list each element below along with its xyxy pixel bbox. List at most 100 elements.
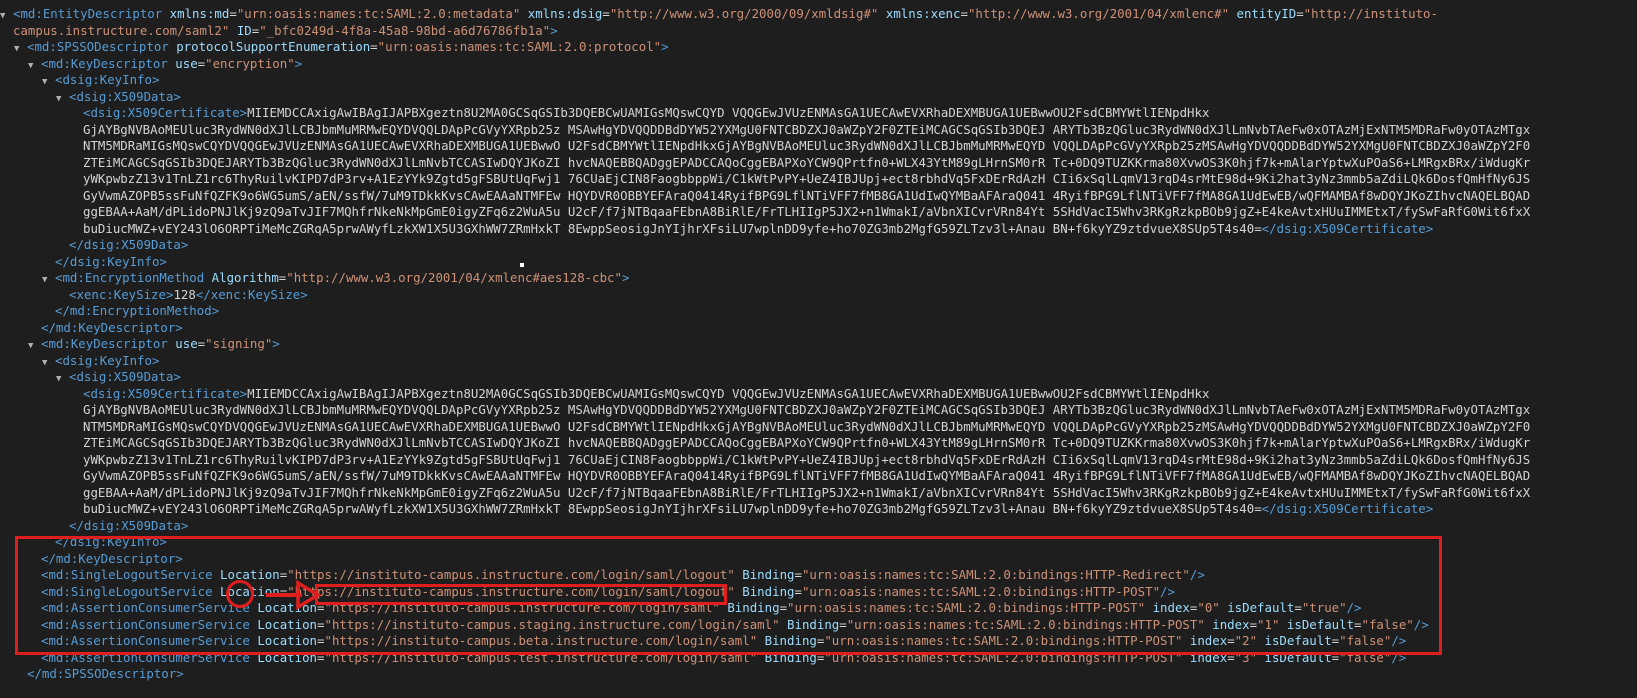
xml-attr-token: use [175, 336, 198, 351]
xml-line: <xenc:KeySize>128</xenc:KeySize> [0, 287, 1637, 304]
xml-val-token: "urn:oasis:names:tc:SAML:2.0:bindings:HT… [801, 583, 1161, 599]
xml-txt-token: = [602, 6, 610, 21]
xml-attr-token: Binding [764, 633, 817, 648]
xml-txt-token: = [317, 616, 325, 632]
xml-tag-token: <dsig:X509Data> [69, 88, 181, 104]
xml-line: GjAYBgNVBAoMEUluc3RydWN0dXJlLCBJbmMuMRMw… [0, 402, 1637, 419]
xml-tag-token: </xenc:KeySize> [195, 286, 308, 302]
xml-tag-token: <md:EntityDescriptor [13, 6, 170, 21]
xml-tag-token: <dsig:KeyInfo> [55, 72, 160, 87]
xml-txt-token: = [229, 6, 237, 21]
xml-line: GjAYBgNVBAoMEUluc3RydWN0dXJlLCBJbmMuMRMw… [0, 122, 1637, 139]
xml-line: </dsig:X509Data> [0, 518, 1637, 535]
xml-val-token: "http://www.w3.org/2001/04/xmlenc#" [967, 6, 1230, 21]
xml-attr-token: xmlns:md [169, 6, 230, 21]
xml-tag-token: <md:EncryptionMethod [55, 270, 212, 285]
xml-tag-token: <md:SPSSODescriptor [27, 39, 177, 54]
xml-attr-token: Location [257, 600, 318, 615]
xml-tag-token: > [294, 55, 303, 71]
xml-cert-token: GyVwmAZOPB5ssFuNfQZFK9o6WG5umS/aEN/ssfW/… [83, 187, 1531, 203]
xml-tag-token: </dsig:X509Certificate> [1261, 220, 1434, 236]
xml-attr-token: Location [257, 633, 318, 648]
xml-txt-token [1229, 6, 1236, 21]
xml-attr-token: isDefault [1264, 633, 1332, 648]
xml-attr-token: Location [220, 583, 280, 599]
xml-tag-token: <md:AssertionConsumerService [41, 633, 258, 648]
xml-val-token: "urn:oasis:names:tc:SAML:2.0:protocol" [377, 39, 662, 54]
xml-txt-token: = [370, 39, 378, 54]
xml-line: </md:KeyDescriptor> [0, 320, 1637, 337]
xml-txt-token [520, 6, 527, 21]
xml-line: ▼ <dsig:KeyInfo> [0, 353, 1637, 370]
xml-cert-token: NTM5MDRaMIGsMQswCQYDVQQGEwJVUzENMAsGA1UE… [83, 418, 1531, 434]
xml-line: <md:AssertionConsumerService Location="h… [0, 600, 1637, 617]
xml-line: ▼ <md:KeyDescriptor use="signing"> [0, 336, 1637, 353]
xml-line: <md:AssertionConsumerService Location="h… [0, 633, 1637, 650]
xml-val-token: "https://instituto-campus.instructure.co… [287, 567, 735, 582]
xml-tag-token: </md:KeyDescriptor> [41, 550, 183, 566]
xml-txt-token [229, 23, 236, 38]
xml-tag-token: </dsig:KeyInfo> [55, 253, 167, 269]
xml-val-token: "2" [1234, 633, 1258, 648]
xml-tag-token: > [621, 270, 630, 285]
xml-tree-viewer: ▼ <md:EntityDescriptor xmlns:md="urn:oasi… [0, 6, 1637, 683]
xml-line: <md:SingleLogoutService Location = "https:… [0, 567, 1637, 584]
xml-tag-token: > [661, 39, 669, 54]
xml-val-token: "http://instituto- [1303, 6, 1438, 21]
xml-val-token: "false" [1339, 633, 1392, 648]
xml-val-token: "3" [1234, 649, 1258, 665]
xml-line: </dsig:X509Data> [0, 237, 1637, 254]
xml-line: <md:SingleLogoutService Location = "https:… [0, 584, 1637, 601]
xml-txt-token: = [1331, 649, 1340, 665]
xml-tag-token: <md:KeyDescriptor [41, 336, 176, 351]
xml-txt-token [1182, 633, 1189, 648]
xml-cert-token: ZTEiMCAGCSqGSIb3DQEJARYTb3BzQGluc3RydWN0… [83, 154, 1531, 170]
xml-tag-token: <xenc:KeySize> [69, 286, 174, 302]
xml-val-token: "false" [1361, 616, 1414, 632]
xml-cert-token: ggEBAA+AaM/dPLidoPNJlKj9zQ9aTvJIF7MQhfrN… [83, 484, 1531, 500]
xml-val-token: "urn:oasis:names:tc:SAML:2.0:bindings:HT… [787, 600, 1146, 615]
xml-tag-token: </md:SPSSODescriptor> [27, 666, 184, 681]
xml-tag-token: <dsig:X509Data> [69, 369, 181, 384]
xml-val-token: "urn:oasis:names:tc:SAML:2.0:bindings:HT… [801, 567, 1190, 582]
xml-val-token: "0" [1197, 600, 1220, 615]
xml-tag-token: <md:KeyDescriptor [41, 55, 176, 71]
xml-line: </dsig:KeyInfo> [0, 534, 1637, 551]
xml-val-token: "http://www.w3.org/2001/04/xmlenc#aes128… [286, 270, 622, 285]
xml-line: ZTEiMCAGCSqGSIb3DQEJARYTb3BzQGluc3RydWN0… [0, 435, 1637, 452]
xml-tag-token: </dsig:X509Certificate> [1261, 501, 1434, 516]
xml-line: </md:KeyDescriptor> [0, 551, 1637, 568]
xml-line: buDiucMWZ+vEY243lO6ORPTiMeMcZGRqA5prwAWy… [0, 221, 1637, 238]
xml-attr-token: Algorithm [211, 270, 279, 285]
xml-attr-token: Binding [787, 616, 840, 632]
xml-txt-token [1182, 650, 1189, 665]
xml-attr-token: index [1152, 600, 1190, 615]
xml-txt-token [878, 6, 885, 21]
xml-cert-token: ZTEiMCAGCSqGSIb3DQEJARYTb3BzQGluc3RydWN0… [83, 435, 1531, 450]
xml-line: campus.instructure.com/saml2" ID="_bfc02… [0, 23, 1637, 40]
xml-line: </md:EncryptionMethod> [0, 303, 1637, 320]
xml-tag-token: /> [1413, 616, 1429, 632]
xml-val-token: "https://instituto-campus.instructure.co… [324, 600, 720, 615]
xml-line: ▼ <md:KeyDescriptor use="encryption"> [0, 56, 1637, 73]
xml-txt-token [1145, 600, 1152, 615]
xml-cert-token: GjAYBgNVBAoMEUluc3RydWN0dXJlLCBJbmMuMRMw… [83, 121, 1531, 137]
xml-tag-token: </md:KeyDescriptor> [41, 319, 183, 335]
xml-txt-token: = [794, 583, 802, 599]
xml-cert-token: MIIEMDCCAxigAwIBAgIJAPBXgeztn8U2MA0GCSqG… [247, 105, 1210, 120]
xml-attr-token: use [175, 55, 198, 71]
xml-line: </dsig:KeyInfo> [0, 254, 1637, 271]
xml-line: yWKpwbzZ13v1TnLZ1rc6ThyRuilvKIPD7dP3rv+A… [0, 171, 1637, 188]
xml-val-token: "1" [1257, 616, 1280, 632]
xml-txt-token: = [317, 633, 325, 648]
xml-cert-token: GjAYBgNVBAoMEUluc3RydWN0dXJlLCBJbmMuMRMw… [83, 402, 1531, 417]
cursor-dot [520, 263, 524, 267]
xml-val-token: "urn:oasis:names:tc:SAML:2.0:bindings:HT… [824, 633, 1183, 648]
xml-line: ▼ <md:EntityDescriptor xmlns:md="urn:oasi… [0, 6, 1637, 23]
xml-tag-token: <md:AssertionConsumerService [41, 600, 258, 615]
xml-attr-token: Location [220, 567, 280, 582]
xml-cert-token: ggEBAA+AaM/dPLidoPNJlKj9zQ9aTvJIF7MQhfrN… [83, 204, 1531, 219]
xml-val-token: "_bfc0249d-4f8a-45a8-98bd-a6d76786fb1a" [259, 22, 551, 38]
xml-line: <md:AssertionConsumerService Location="h… [0, 617, 1637, 634]
xml-attr-token: index [1189, 633, 1228, 648]
